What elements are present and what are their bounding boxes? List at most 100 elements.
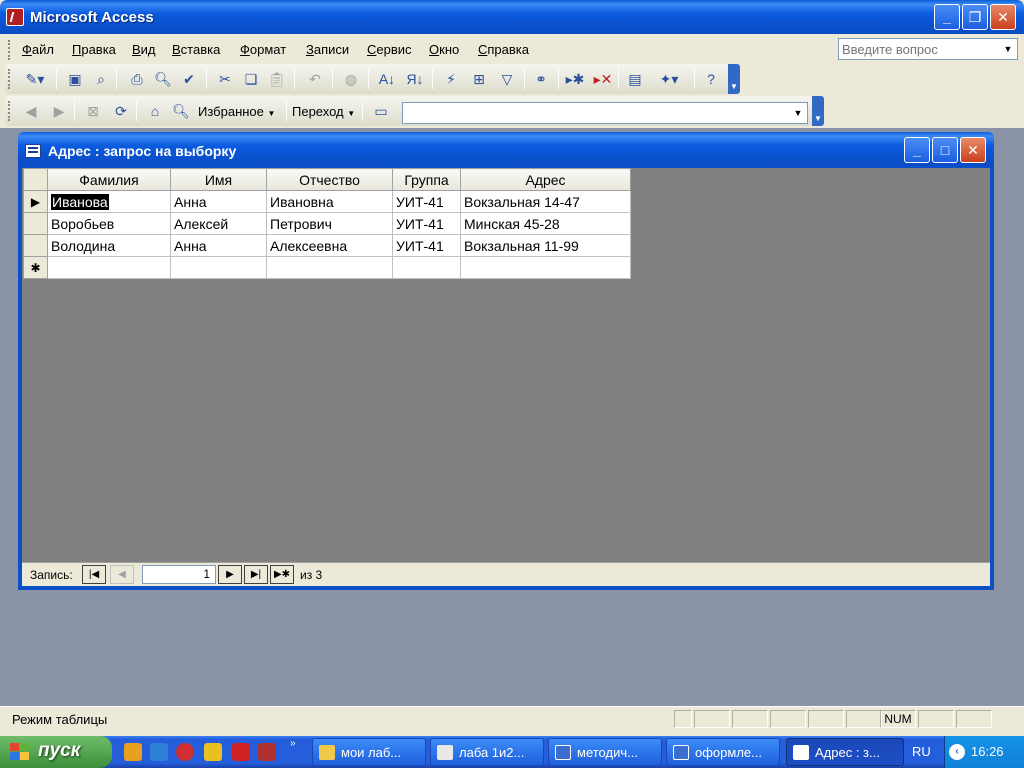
query-icon[interactable] — [25, 144, 41, 158]
menu-tools[interactable]: Сервис — [367, 42, 412, 57]
column-header-group[interactable]: Группа — [392, 168, 461, 191]
save-button[interactable]: ▣ — [64, 69, 86, 89]
apply-filter-button[interactable]: ▽ — [496, 69, 518, 89]
acrobat-icon[interactable] — [232, 743, 250, 761]
toolbar-grip[interactable] — [8, 101, 12, 121]
cell-surname[interactable] — [47, 256, 171, 279]
access-app-icon[interactable] — [6, 8, 24, 26]
cell-address[interactable]: Вокзальная 14-47 — [460, 190, 631, 213]
cell-patronymic[interactable]: Петрович — [266, 212, 393, 235]
cell-patronymic[interactable]: Алексеевна — [266, 234, 393, 257]
new-record-nav-button[interactable]: ▶✱ — [270, 565, 294, 584]
task-button-word2[interactable]: оформле... — [666, 738, 780, 766]
title-bar[interactable]: Microsoft Access _ ❐ ✕ — [0, 0, 1024, 34]
clock[interactable]: 16:26 — [971, 744, 1004, 759]
menu-file[interactable]: Файл — [22, 42, 54, 57]
menu-insert[interactable]: Вставка — [172, 42, 220, 57]
child-close-button[interactable]: ✕ — [960, 137, 986, 163]
row-selector[interactable] — [23, 234, 48, 257]
task-button-folder[interactable]: мои лаб... — [312, 738, 426, 766]
next-record-button[interactable]: ▶ — [218, 565, 242, 584]
column-header-address[interactable]: Адрес — [460, 168, 631, 191]
row-selector[interactable]: ✱ — [23, 256, 48, 279]
cell-surname[interactable]: Иванова — [47, 190, 171, 213]
menu-help[interactable]: Справка — [478, 42, 529, 57]
access-quick-icon[interactable] — [258, 743, 276, 761]
row-selector[interactable]: ▶ — [23, 190, 48, 213]
toolbar-options-chevron[interactable]: ▼ — [812, 96, 824, 126]
menu-records[interactable]: Записи — [306, 42, 349, 57]
database-window-button[interactable]: ▤ — [624, 69, 646, 89]
menu-view[interactable]: Вид — [132, 42, 156, 57]
back-button[interactable]: ◀ — [20, 101, 42, 121]
filter-by-form-button[interactable]: ⊞ — [468, 69, 490, 89]
show-only-web-toolbar-button[interactable]: ▭ — [370, 101, 392, 121]
sort-ascending-button[interactable]: A↓ — [376, 69, 398, 89]
show-hidden-icons-button[interactable]: ‹ — [949, 744, 965, 760]
spelling-button[interactable]: ✔ — [178, 69, 200, 89]
cell-group[interactable]: УИТ-41 — [392, 212, 461, 235]
record-number-input[interactable]: 1 — [142, 565, 216, 584]
cell-patronymic[interactable] — [266, 256, 393, 279]
browser-icon[interactable] — [150, 743, 168, 761]
cell-name[interactable]: Анна — [170, 234, 267, 257]
chevron-down-icon[interactable]: ▼ — [791, 106, 805, 120]
menubar-grip[interactable] — [8, 40, 12, 60]
maximize-button[interactable]: ❐ — [962, 4, 988, 30]
first-record-button[interactable]: |◀ — [82, 565, 106, 584]
cell-surname[interactable]: Воробьев — [47, 212, 171, 235]
new-object-button[interactable]: ✦▾ — [652, 69, 686, 89]
ask-question-input[interactable] — [839, 39, 997, 59]
row-selector[interactable] — [23, 212, 48, 235]
lightning-icon[interactable] — [204, 743, 222, 761]
media-player-icon[interactable] — [124, 743, 142, 761]
cell-name[interactable]: Анна — [170, 190, 267, 213]
column-header-surname[interactable]: Фамилия — [47, 168, 171, 191]
address-combo[interactable]: ▼ — [402, 102, 808, 124]
go-menu[interactable]: Переход ▼ — [292, 104, 355, 119]
print-preview-button[interactable]: 🔍︎ — [152, 69, 174, 89]
home-button[interactable]: ⌂ — [144, 101, 166, 121]
language-indicator[interactable]: RU — [912, 744, 931, 759]
sort-descending-button[interactable]: Я↓ — [404, 69, 426, 89]
chevron-down-icon[interactable]: ▼ — [1001, 42, 1015, 56]
stop-button[interactable]: ⊠ — [82, 101, 104, 121]
cell-patronymic[interactable]: Ивановна — [266, 190, 393, 213]
cut-button[interactable]: ✂ — [214, 69, 236, 89]
cell-surname[interactable]: Володина — [47, 234, 171, 257]
menu-format[interactable]: Формат — [240, 42, 286, 57]
cell-group[interactable] — [392, 256, 461, 279]
delete-record-button[interactable]: ▸✕ — [592, 69, 614, 89]
column-header-patronymic[interactable]: Отчество — [266, 168, 393, 191]
child-maximize-button[interactable]: □ — [932, 137, 958, 163]
toolbar-options-chevron[interactable]: ▼ — [728, 64, 740, 94]
new-record-button[interactable]: ▸✱ — [564, 69, 586, 89]
help-button[interactable]: ? — [700, 69, 722, 89]
start-button[interactable]: пуск — [0, 736, 112, 768]
cell-address[interactable] — [460, 256, 631, 279]
forward-button[interactable]: ▶ — [48, 101, 70, 121]
cell-address[interactable]: Вокзальная 11-99 — [460, 234, 631, 257]
toolbar-grip[interactable] — [8, 69, 12, 89]
task-button-access[interactable]: Адрес : з... — [786, 738, 904, 766]
task-button-word1[interactable]: методич... — [548, 738, 662, 766]
previous-record-button[interactable]: ◀ — [110, 565, 134, 584]
copy-button[interactable]: ❏ — [240, 69, 262, 89]
undo-button[interactable]: ↶ — [304, 69, 326, 89]
task-button-doc1[interactable]: лаба 1и2... — [430, 738, 544, 766]
search-web-button[interactable]: 🔍︎ — [170, 101, 192, 121]
query-window-title-bar[interactable]: Адрес : запрос на выборку _ □ ✕ — [18, 132, 994, 166]
opera-icon[interactable] — [176, 743, 194, 761]
find-button[interactable]: ⚭ — [530, 69, 552, 89]
cell-name[interactable] — [170, 256, 267, 279]
minimize-button[interactable]: _ — [934, 4, 960, 30]
paste-button[interactable]: 📋︎ — [266, 69, 288, 89]
cell-group[interactable]: УИТ-41 — [392, 234, 461, 257]
menu-edit[interactable]: Правка — [72, 42, 116, 57]
favorites-menu[interactable]: Избранное ▼ — [198, 104, 275, 119]
view-button[interactable]: ✎▾ — [18, 69, 52, 89]
select-all-cell[interactable] — [23, 168, 48, 191]
filter-by-selection-button[interactable]: ⚡ — [440, 69, 462, 89]
cell-address[interactable]: Минская 45-28 — [460, 212, 631, 235]
more-quicklaunch-icon[interactable]: » — [290, 738, 296, 749]
